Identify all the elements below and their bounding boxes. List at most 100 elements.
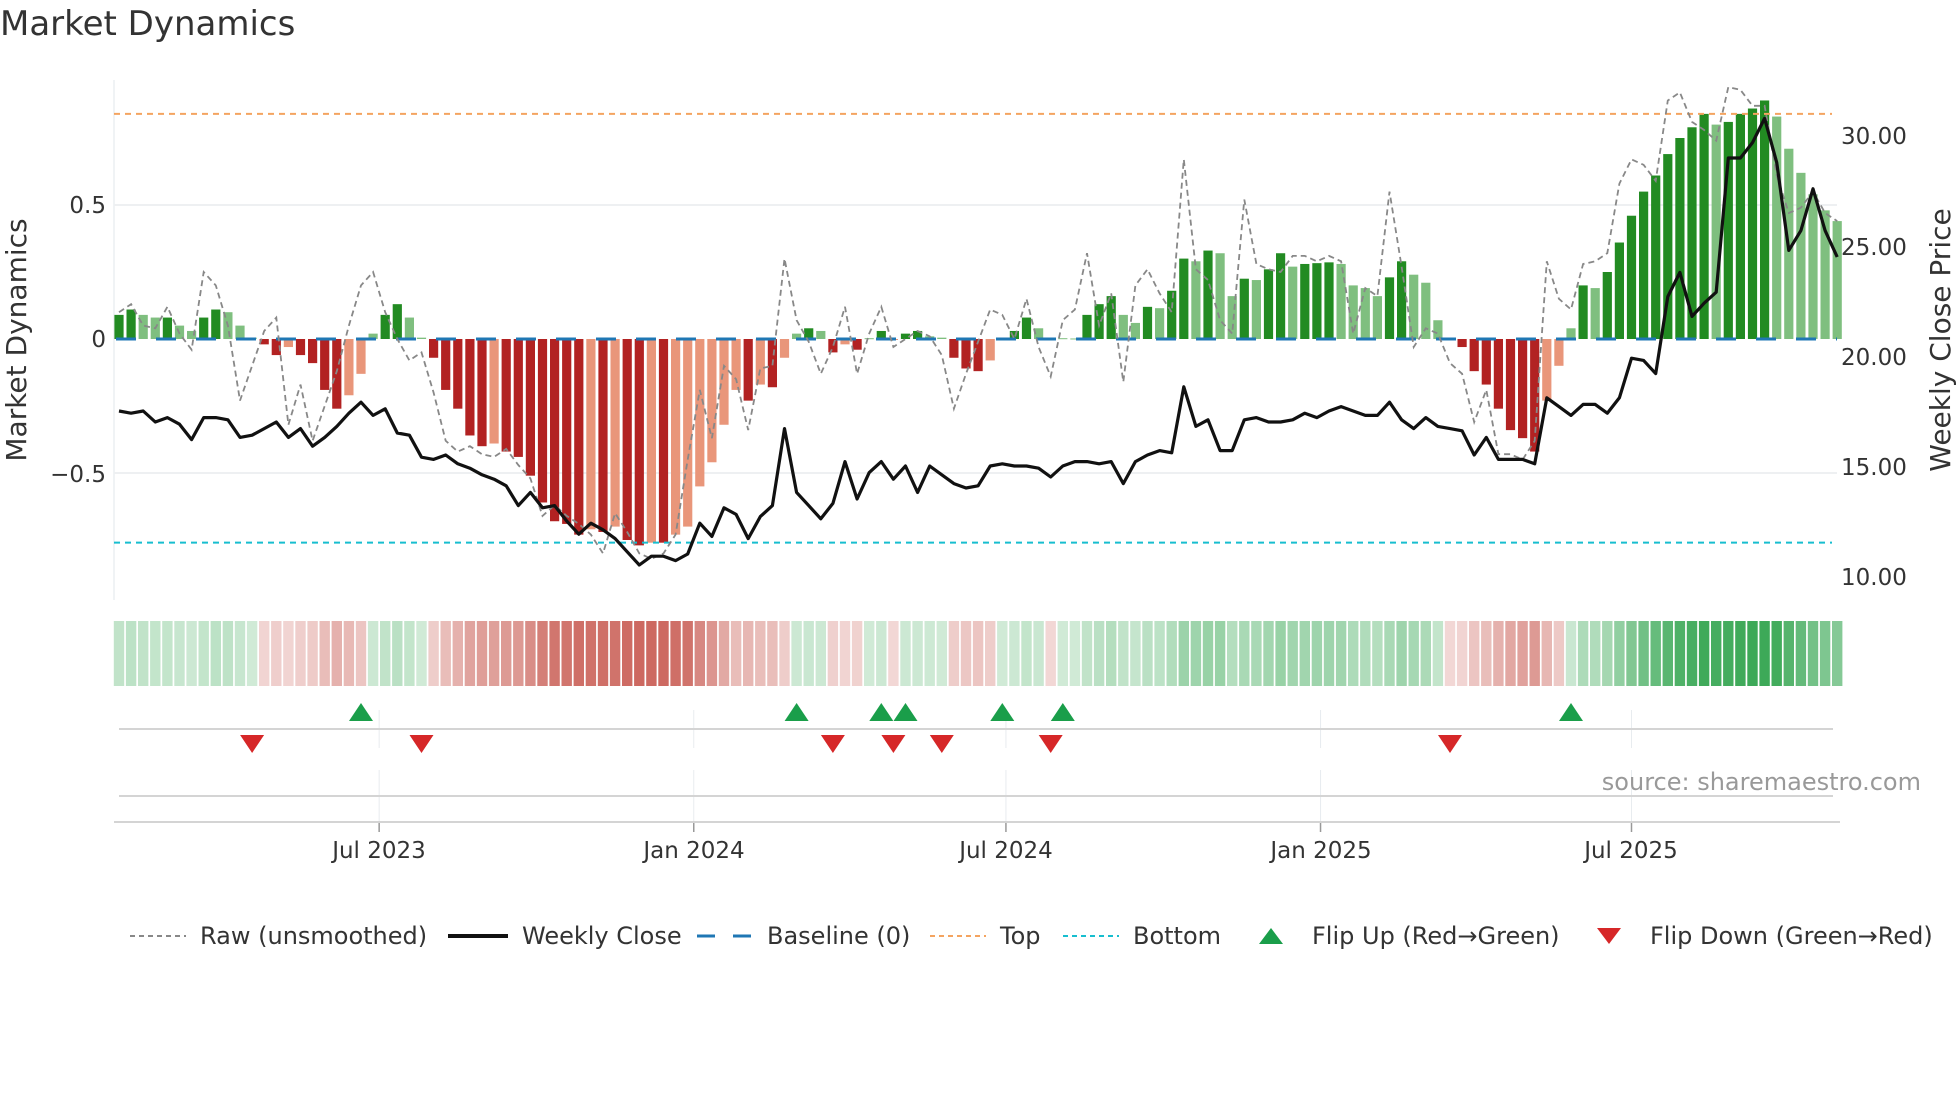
momentum-bar <box>162 317 172 339</box>
heatmap-cell <box>452 621 463 686</box>
momentum-bar <box>1276 253 1286 339</box>
heatmap-cell <box>331 621 342 686</box>
heatmap-cell <box>1299 621 1310 686</box>
heatmap-cell <box>1674 621 1686 686</box>
momentum-bar <box>1518 339 1528 439</box>
heatmap-cell <box>743 621 754 686</box>
momentum-bar <box>622 339 632 540</box>
momentum-bar <box>1155 308 1165 339</box>
heatmap-cell <box>597 621 609 686</box>
heatmap-cell <box>1553 621 1565 686</box>
heatmap-cell <box>730 621 742 686</box>
dashed-line-icon <box>697 934 753 938</box>
x-tick-label: Jul 2024 <box>957 838 1053 864</box>
heatmap-cell <box>634 621 645 686</box>
heatmap-cell <box>1456 621 1468 686</box>
heatmap-cell <box>1202 621 1214 686</box>
momentum-bar <box>1336 263 1346 339</box>
momentum-bar <box>1760 100 1770 339</box>
heatmap-cell <box>1081 621 1093 686</box>
heatmap-cell <box>609 621 621 686</box>
heatmap-cell <box>537 621 548 686</box>
momentum-bar <box>1675 138 1685 339</box>
heatmap-cell <box>755 621 766 686</box>
momentum-bar <box>755 339 765 385</box>
momentum-bar <box>1384 277 1395 339</box>
x-tick-label: Jan 2025 <box>1268 838 1371 864</box>
momentum-bar <box>852 339 862 350</box>
heatmap-cell <box>343 621 355 686</box>
left-tick-label: −0.5 <box>50 462 106 488</box>
flip-down-marker <box>1438 735 1462 753</box>
momentum-bar <box>1469 339 1479 372</box>
heatmap-cell <box>960 621 972 686</box>
heatmap-cell <box>1747 621 1758 686</box>
heatmap-cell <box>561 621 572 686</box>
legend-item-flip-up[interactable]: Flip Up (Red→Green) <box>1258 922 1560 950</box>
momentum-bar <box>1251 280 1261 339</box>
flip-up-marker <box>869 703 894 721</box>
heatmap-cell <box>440 621 451 686</box>
legend-item-bottom[interactable]: Bottom <box>1063 922 1221 950</box>
momentum-bar <box>634 339 644 546</box>
momentum-bar <box>1082 314 1092 339</box>
momentum-bar <box>1421 282 1431 339</box>
heatmap-cell <box>162 621 173 686</box>
flip-down-marker <box>409 735 434 753</box>
momentum-bar <box>1590 288 1600 339</box>
heatmap-cell <box>706 621 718 686</box>
flip-up-marker <box>990 703 1015 721</box>
heatmap-cell <box>1372 621 1383 686</box>
heatmap-cell <box>1323 621 1335 686</box>
momentum-bar <box>1530 339 1540 452</box>
heatmap-cell <box>210 621 221 686</box>
momentum-bar <box>1360 288 1370 339</box>
flip-down-marker <box>881 735 906 753</box>
heatmap-cell <box>138 621 149 686</box>
heatmap-cell <box>1154 621 1165 686</box>
legend-item-baseline[interactable]: Baseline (0) <box>697 922 910 950</box>
heatmap-cell <box>1408 621 1419 686</box>
heatmap-cell <box>876 621 887 686</box>
momentum-bar <box>1263 269 1274 339</box>
heatmap-cell <box>1432 621 1444 686</box>
momentum-bar <box>961 339 971 369</box>
heatmap-cell <box>1469 621 1480 686</box>
heatmap-cell <box>1142 621 1153 686</box>
momentum-bar <box>441 339 451 390</box>
momentum-bar <box>1372 296 1382 339</box>
heatmap-cell <box>1348 621 1359 686</box>
legend-item-weekly-close[interactable]: Weekly Close <box>448 922 682 950</box>
heatmap-cell <box>1602 621 1613 686</box>
heatmap-cell <box>1021 621 1032 686</box>
legend-item-top[interactable]: Top <box>930 922 1041 950</box>
legend-item-raw[interactable]: Raw (unsmoothed) <box>130 922 427 950</box>
momentum-bar <box>295 339 306 356</box>
momentum-bar <box>937 337 947 339</box>
heatmap-cell <box>1481 621 1492 686</box>
x-tick-label: Jan 2024 <box>641 838 744 864</box>
momentum-bar <box>1651 175 1661 339</box>
momentum-bar <box>1554 339 1564 366</box>
momentum-bar <box>1808 194 1818 339</box>
heatmap-strip <box>113 621 1843 686</box>
heatmap-cell <box>464 621 476 686</box>
right-tick-label: 20.00 <box>1841 345 1907 371</box>
heatmap-cell <box>234 621 246 686</box>
momentum-bar <box>1142 306 1153 339</box>
heatmap-cell <box>827 621 839 686</box>
heatmap-cell <box>246 621 258 686</box>
momentum-bar <box>1566 328 1576 339</box>
heatmap-cell <box>682 621 693 686</box>
momentum-bar <box>404 317 414 339</box>
legend-label: Flip Down (Green→Red) <box>1650 922 1933 950</box>
momentum-bar <box>804 328 814 339</box>
y-axis-label: Market Dynamics <box>0 218 33 461</box>
momentum-bar <box>1711 124 1721 339</box>
heatmap-cell <box>1275 621 1286 686</box>
heatmap-cell <box>1807 621 1819 686</box>
momentum-bar <box>719 339 729 425</box>
heatmap-cell <box>1493 621 1504 686</box>
legend-item-flip-down[interactable]: Flip Down (Green→Red) <box>1596 922 1933 950</box>
heatmap-cell <box>307 621 318 686</box>
